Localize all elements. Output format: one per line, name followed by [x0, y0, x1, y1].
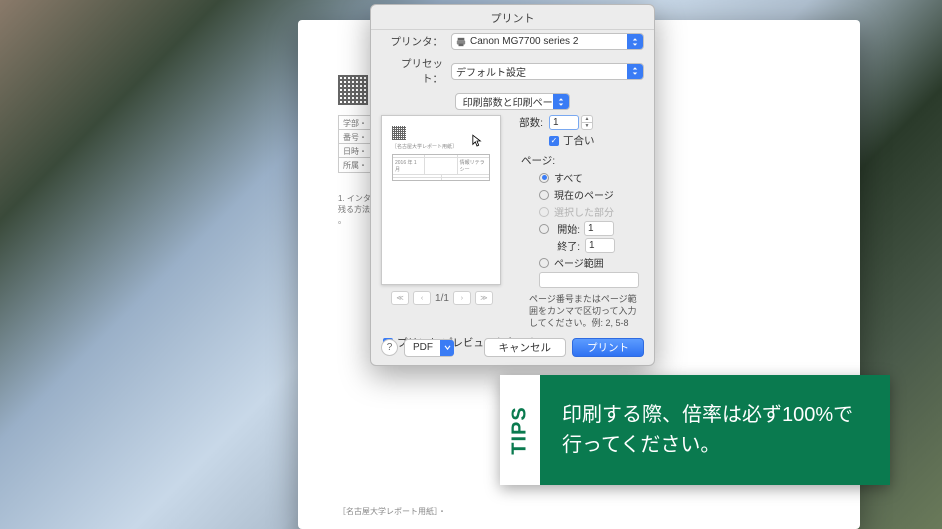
- preset-select[interactable]: デフォルト設定: [451, 63, 644, 80]
- to-label: 終了:: [555, 238, 585, 253]
- pages-selection-radio: [539, 207, 549, 217]
- page-indicator: 1/1: [435, 293, 449, 304]
- copies-stepper[interactable]: ▲ ▼: [581, 115, 593, 130]
- printer-select[interactable]: Canon MG7700 series 2: [451, 33, 644, 50]
- cancel-button[interactable]: キャンセル: [484, 338, 567, 357]
- copies-label: 部数:: [511, 115, 549, 130]
- tips-body: 印刷する際、倍率は必ず100%で行ってください。: [540, 375, 890, 485]
- pages-fromto-radio[interactable]: [539, 224, 549, 234]
- copies-input[interactable]: 1: [549, 115, 579, 130]
- preset-value: デフォルト設定: [456, 64, 526, 79]
- collate-label: 丁合い: [563, 133, 595, 148]
- print-preview-page: ［名古屋大学レポート用紙］ 2016 年 1 月情報リテラシー: [381, 115, 501, 285]
- page-range-input[interactable]: [539, 272, 639, 288]
- print-button[interactable]: プリント: [572, 338, 644, 357]
- updown-icon: [627, 64, 643, 79]
- section-select[interactable]: 印刷部数と印刷ページ: [455, 93, 570, 110]
- pdf-menu-button[interactable]: PDF: [404, 339, 454, 357]
- last-page-button[interactable]: ≫: [475, 291, 493, 305]
- preview-page-nav: ≪ ‹ 1/1 › ≫: [381, 291, 503, 305]
- tips-text: 印刷する際、倍率は必ず100%で行ってください。: [562, 400, 868, 460]
- tips-tab: TIPS: [500, 375, 540, 485]
- prev-page-button[interactable]: ‹: [413, 291, 431, 305]
- cursor-icon: [472, 134, 482, 148]
- first-page-button[interactable]: ≪: [391, 291, 409, 305]
- pages-range-label: ページ範囲: [554, 255, 604, 270]
- updown-icon: [553, 94, 569, 109]
- to-input[interactable]: 1: [585, 238, 615, 253]
- pages-range-radio[interactable]: [539, 258, 549, 268]
- pages-heading: ページ:: [521, 153, 644, 168]
- pages-current-label: 現在のページ: [554, 187, 614, 202]
- section-value: 印刷部数と印刷ページ: [463, 94, 563, 109]
- qr-code-icon: [338, 75, 368, 105]
- print-dialog: プリント プリンタ： Canon MG7700 series 2 プリセット： …: [370, 4, 655, 366]
- printer-icon: [456, 37, 466, 47]
- tips-callout: TIPS 印刷する際、倍率は必ず100%で行ってください。: [500, 375, 890, 485]
- chevron-up-icon: ▲: [581, 115, 593, 122]
- qr-code-icon: [392, 126, 406, 140]
- collate-checkbox[interactable]: ✓: [549, 136, 559, 146]
- next-page-button[interactable]: ›: [453, 291, 471, 305]
- chevron-down-icon: ▼: [581, 122, 593, 130]
- pdf-label: PDF: [413, 342, 433, 353]
- pages-all-radio[interactable]: [539, 173, 549, 183]
- help-button[interactable]: ?: [381, 339, 398, 356]
- chevron-down-icon: [440, 340, 454, 356]
- printer-value: Canon MG7700 series 2: [470, 36, 578, 47]
- from-input[interactable]: 1: [584, 221, 614, 236]
- preview-table: 2016 年 1 月情報リテラシー: [392, 154, 490, 181]
- dialog-title: プリント: [371, 5, 654, 30]
- from-label: 開始:: [554, 221, 584, 236]
- updown-icon: [627, 34, 643, 49]
- preset-label: プリセット：: [381, 56, 451, 86]
- printer-label: プリンタ：: [381, 34, 451, 49]
- pages-selection-label: 選択した部分: [554, 204, 614, 219]
- pages-current-radio[interactable]: [539, 190, 549, 200]
- tips-tab-label: TIPS: [509, 406, 532, 454]
- document-footer: ［名古屋大学レポート用紙］・: [338, 506, 446, 517]
- pages-all-label: すべて: [554, 170, 583, 185]
- page-range-hint: ページ番号またはページ範囲をカンマで区切って入力してください。例: 2, 5-8: [529, 293, 644, 329]
